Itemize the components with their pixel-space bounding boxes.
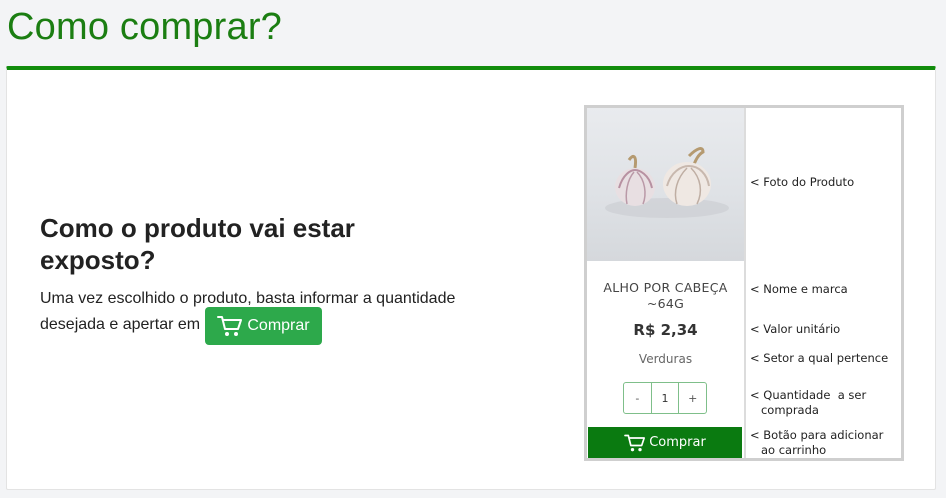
product-name: ALHO POR CABEÇA ~64G <box>603 280 728 311</box>
page-title: Como comprar? <box>7 6 283 48</box>
product-photo <box>587 108 744 261</box>
product-sector: Verduras <box>638 352 693 366</box>
garlic-image <box>605 147 729 218</box>
cart-icon <box>217 316 243 336</box>
product-price: R$ 2,34 <box>633 321 698 339</box>
annotation-quantity: < Quantidade a ser comprada <box>750 388 867 417</box>
card-divider <box>744 108 746 458</box>
product-card-example: ALHO POR CABEÇA ~64G R$ 2,34 Verduras - … <box>584 105 904 461</box>
how-to-buy-card: Como o produto vai estar exposto? Uma ve… <box>6 66 936 490</box>
comprar-button[interactable]: Comprar <box>205 307 322 345</box>
annotation-name: < Nome e marca <box>750 282 848 296</box>
quantity-stepper: - 1 + <box>623 382 707 414</box>
annotation-photo: < Foto do Produto <box>750 175 855 189</box>
annotation-sector: < Setor a qual pertence <box>750 351 889 365</box>
quantity-increment-button[interactable]: + <box>679 383 706 413</box>
quantity-decrement-button[interactable]: - <box>624 383 651 413</box>
example-comprar-button[interactable]: Comprar <box>588 427 742 458</box>
quantity-value[interactable]: 1 <box>650 383 680 413</box>
example-comprar-label: Comprar <box>649 435 706 450</box>
cart-icon <box>624 434 646 451</box>
annotation-button: < Botão para adicionar ao carrinho <box>750 428 884 457</box>
annotation-unit-price: < Valor unitário <box>750 322 841 336</box>
comprar-button-label: Comprar <box>247 317 310 334</box>
section-heading: Como o produto vai estar exposto? <box>40 213 355 275</box>
